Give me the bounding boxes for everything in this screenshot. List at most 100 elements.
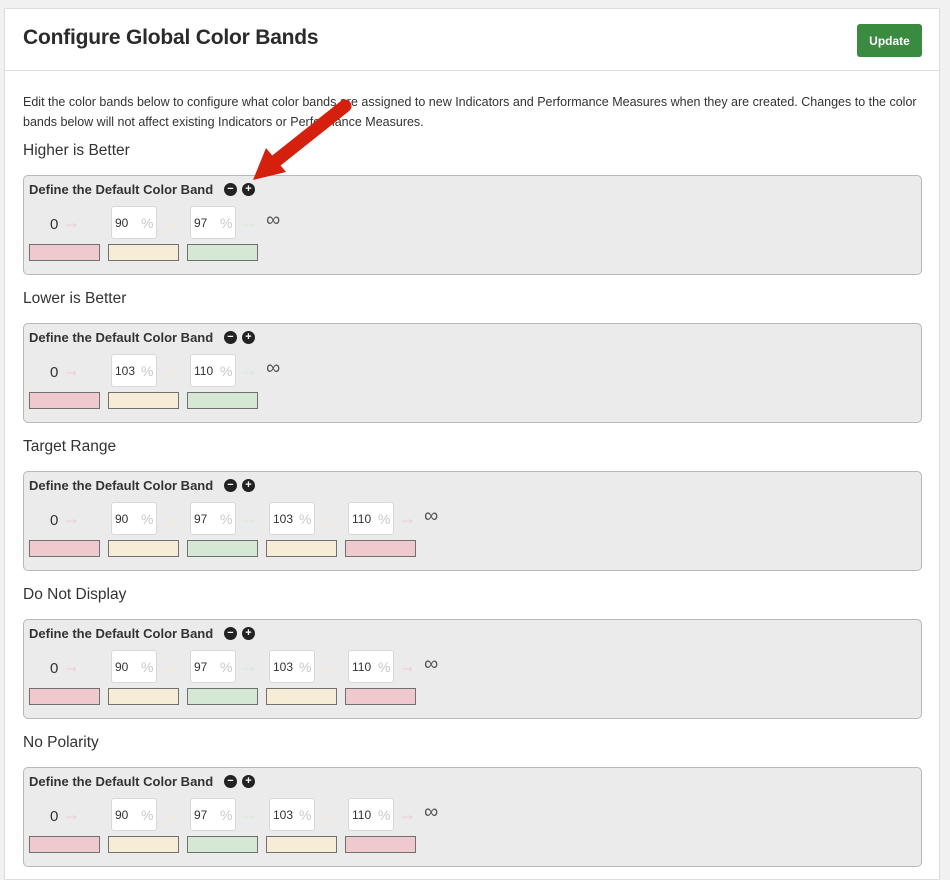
plus-circle-icon[interactable]: + [242, 479, 255, 492]
color-band-swatch[interactable] [29, 540, 100, 557]
color-band-swatch[interactable] [187, 244, 258, 261]
arrow-right-icon: → [319, 508, 337, 528]
threshold-input[interactable]: 110% [190, 354, 236, 387]
color-band-swatch[interactable] [108, 392, 179, 409]
update-button[interactable]: Update [857, 24, 922, 57]
color-band-swatch[interactable] [266, 688, 337, 705]
percent-sign: % [299, 807, 312, 823]
band-label: Define the Default Color Band [29, 330, 214, 345]
color-band-swatch[interactable] [345, 688, 416, 705]
percent-sign: % [220, 511, 233, 527]
threshold-input[interactable]: 110% [348, 798, 394, 831]
color-band-editor: Define the Default Color Band − +0 → 90% → 97%… [23, 175, 922, 275]
threshold-input[interactable]: 97% [190, 502, 236, 535]
percent-sign: % [378, 511, 391, 527]
color-band-swatch[interactable] [29, 836, 100, 853]
threshold-value: 110 [194, 364, 214, 378]
minus-circle-icon[interactable]: − [224, 775, 237, 788]
arrow-right-icon: → [319, 804, 337, 824]
color-band-swatch[interactable] [29, 244, 100, 261]
threshold-value: 90 [115, 660, 129, 674]
infinity-icon: ∞ [266, 357, 281, 379]
arrow-right-icon: → [240, 212, 258, 232]
percent-sign: % [220, 807, 233, 823]
percent-sign: % [141, 511, 154, 527]
arrow-right-icon: → [319, 656, 337, 676]
color-band-swatch[interactable] [187, 540, 258, 557]
infinity-icon: ∞ [424, 801, 439, 823]
threshold-input[interactable]: 90% [111, 502, 157, 535]
threshold-input[interactable]: 110% [348, 650, 394, 683]
plus-circle-icon[interactable]: + [242, 775, 255, 788]
band-label: Define the Default Color Band [29, 626, 214, 641]
threshold-value: 97 [194, 660, 208, 674]
color-band-editor: Define the Default Color Band − +0 → 103% → 11… [23, 323, 922, 423]
threshold-value: 103 [273, 512, 294, 526]
percent-sign: % [220, 363, 233, 379]
color-band-swatch[interactable] [108, 244, 179, 261]
threshold-value: 110 [352, 808, 372, 822]
threshold-value: 110 [352, 660, 372, 674]
arrow-right-icon: → [398, 656, 416, 676]
threshold-input[interactable]: 103% [111, 354, 157, 387]
arrow-right-icon: → [398, 804, 416, 824]
arrow-right-icon: → [161, 656, 179, 676]
minus-circle-icon[interactable]: − [224, 331, 237, 344]
arrow-right-icon: → [62, 656, 80, 676]
threshold-input[interactable]: 90% [111, 798, 157, 831]
threshold-input[interactable]: 110% [348, 502, 394, 535]
minus-circle-icon[interactable]: − [224, 479, 237, 492]
infinity-icon: ∞ [424, 505, 439, 527]
color-band-swatch[interactable] [29, 392, 100, 409]
threshold-value: 110 [352, 512, 372, 526]
threshold-value: 97 [194, 216, 208, 230]
color-band-swatch[interactable] [345, 836, 416, 853]
color-band-swatch[interactable] [187, 392, 258, 409]
infinity-icon: ∞ [424, 653, 439, 675]
minus-circle-icon[interactable]: − [224, 627, 237, 640]
threshold-value: 103 [115, 364, 136, 378]
threshold-input[interactable]: 103% [269, 650, 315, 683]
color-band-swatch[interactable] [187, 836, 258, 853]
minus-circle-icon[interactable]: − [224, 183, 237, 196]
color-band-swatch[interactable] [29, 688, 100, 705]
threshold-value: 103 [273, 808, 294, 822]
threshold-value: 103 [273, 660, 294, 674]
threshold-input[interactable]: 97% [190, 206, 236, 239]
color-band-swatch[interactable] [266, 836, 337, 853]
arrow-right-icon: → [240, 804, 258, 824]
arrow-right-icon: → [240, 360, 258, 380]
color-band-swatch[interactable] [266, 540, 337, 557]
threshold-value: 90 [115, 512, 129, 526]
color-band-swatch[interactable] [108, 688, 179, 705]
threshold-input[interactable]: 103% [269, 798, 315, 831]
percent-sign: % [220, 659, 233, 675]
arrow-right-icon: → [240, 508, 258, 528]
plus-circle-icon[interactable]: + [242, 627, 255, 640]
threshold-input[interactable]: 90% [111, 650, 157, 683]
threshold-input[interactable]: 103% [269, 502, 315, 535]
threshold-input[interactable]: 90% [111, 206, 157, 239]
threshold-input[interactable]: 97% [190, 798, 236, 831]
arrow-right-icon: → [161, 360, 179, 380]
section-title: Do Not Display [23, 586, 127, 603]
color-band-editor: Define the Default Color Band − +0 → 90% → 97%… [23, 619, 922, 719]
threshold-value: 90 [115, 808, 129, 822]
color-band-swatch[interactable] [345, 540, 416, 557]
percent-sign: % [141, 215, 154, 231]
page-description: Edit the color bands below to configure … [23, 95, 917, 129]
band-start-value: 0 [50, 512, 59, 529]
percent-sign: % [220, 215, 233, 231]
section-title: Lower is Better [23, 290, 127, 307]
arrow-right-icon: → [62, 804, 80, 824]
section-title: Target Range [23, 438, 117, 455]
arrow-right-icon: → [62, 508, 80, 528]
panel-header: Configure Global Color Bands Update [5, 9, 939, 71]
page-title: Configure Global Color Bands [23, 26, 319, 49]
color-band-swatch[interactable] [108, 836, 179, 853]
threshold-input[interactable]: 97% [190, 650, 236, 683]
plus-circle-icon[interactable]: + [242, 183, 255, 196]
color-band-swatch[interactable] [108, 540, 179, 557]
plus-circle-icon[interactable]: + [242, 331, 255, 344]
color-band-swatch[interactable] [187, 688, 258, 705]
